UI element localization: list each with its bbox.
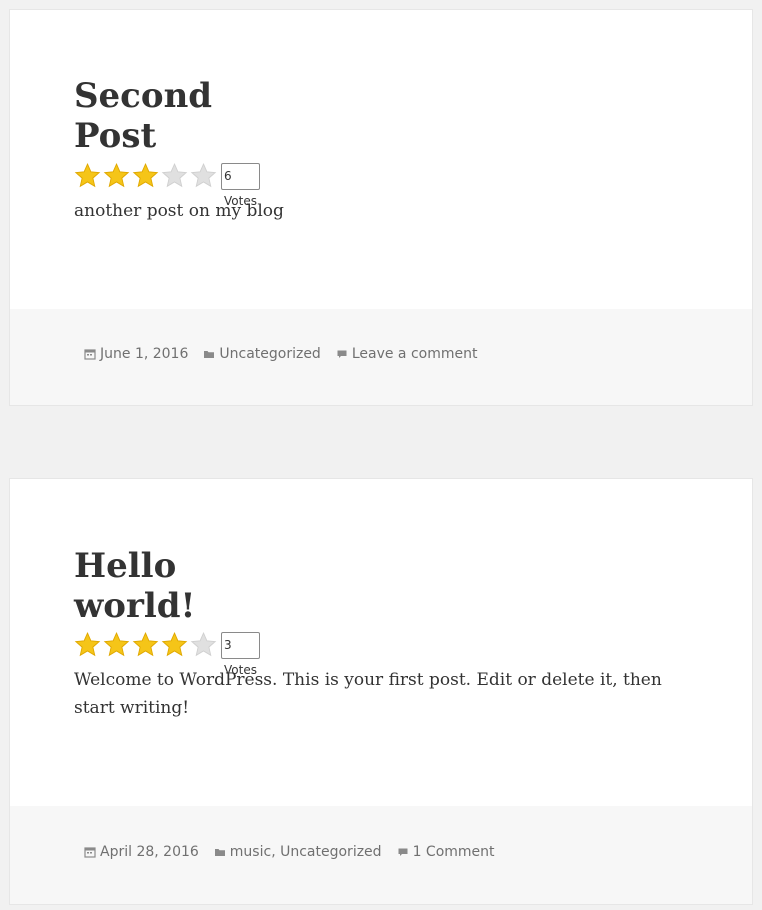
post-comments: 1 Comment — [397, 844, 495, 860]
post-title[interactable]: Hello world! — [74, 546, 195, 626]
post-date: June 1, 2016 — [84, 346, 188, 362]
category-link-music[interactable]: music — [230, 844, 271, 860]
votes-count: 3 Votes — [221, 631, 260, 677]
category-separator: , — [271, 844, 276, 860]
calendar-icon — [84, 846, 96, 858]
star-filled-icon[interactable] — [102, 162, 131, 190]
star-empty-icon[interactable] — [189, 631, 218, 659]
post-footer: April 28, 2016 music, Uncategorized 1 Co… — [10, 806, 752, 904]
votes-count: 6 Votes — [221, 162, 260, 208]
star-filled-icon[interactable] — [73, 162, 102, 190]
post-title-text[interactable]: Second Post — [74, 76, 212, 156]
post-categories: music, Uncategorized — [214, 844, 382, 860]
star-filled-icon[interactable] — [73, 631, 102, 659]
rating-stars — [73, 631, 218, 659]
post-title[interactable]: Second Post — [74, 76, 212, 156]
post-excerpt: another post on my blog — [74, 201, 284, 221]
post-date-link[interactable]: April 28, 2016 — [100, 844, 199, 860]
star-filled-icon[interactable] — [131, 631, 160, 659]
folder-icon — [203, 348, 215, 360]
post-date-link[interactable]: June 1, 2016 — [100, 346, 188, 362]
comment-bubble-icon — [397, 846, 409, 858]
star-rating: 3 Votes — [73, 630, 260, 677]
post-title-text[interactable]: Hello world! — [74, 546, 195, 626]
post-excerpt: Welcome to WordPress. This is your first… — [74, 670, 662, 718]
calendar-icon — [84, 348, 96, 360]
comment-bubble-icon — [336, 348, 348, 360]
comments-link[interactable]: 1 Comment — [413, 844, 495, 860]
post-meta: June 1, 2016 Uncategorized Leave a comme… — [84, 346, 492, 362]
post-comments: Leave a comment — [336, 346, 478, 362]
category-link-uncategorized[interactable]: Uncategorized — [280, 844, 381, 860]
star-empty-icon[interactable] — [189, 162, 218, 190]
post-footer: June 1, 2016 Uncategorized Leave a comme… — [10, 309, 752, 405]
star-rating: 6 Votes — [73, 161, 260, 208]
rating-stars — [73, 162, 218, 190]
post-date: April 28, 2016 — [84, 844, 199, 860]
comments-link[interactable]: Leave a comment — [352, 346, 478, 362]
post-categories: Uncategorized — [203, 346, 321, 362]
folder-icon — [214, 846, 226, 858]
category-link-uncategorized[interactable]: Uncategorized — [219, 346, 320, 362]
star-filled-icon[interactable] — [102, 631, 131, 659]
star-empty-icon[interactable] — [160, 162, 189, 190]
star-filled-icon[interactable] — [160, 631, 189, 659]
post-body — [10, 10, 752, 309]
post-meta: April 28, 2016 music, Uncategorized 1 Co… — [84, 844, 510, 860]
star-filled-icon[interactable] — [131, 162, 160, 190]
